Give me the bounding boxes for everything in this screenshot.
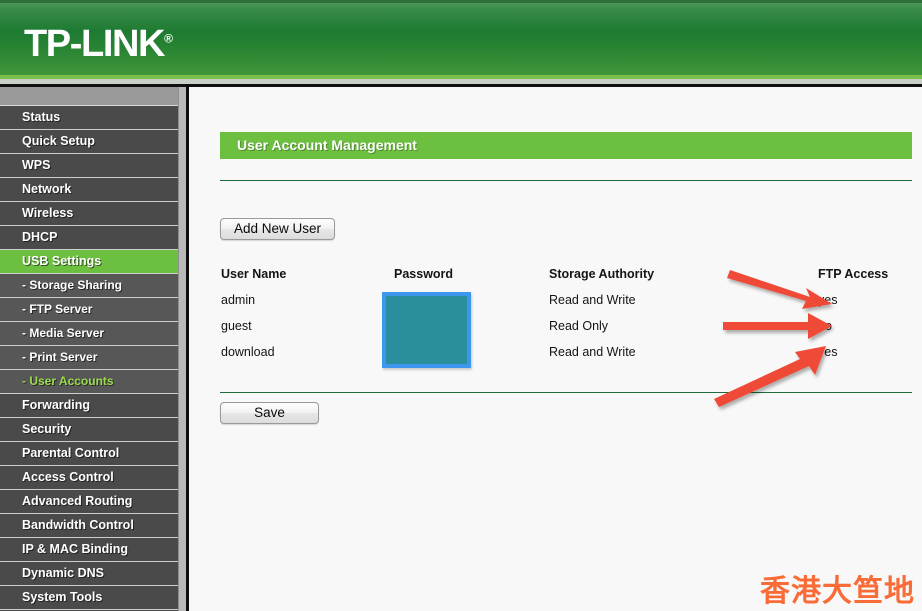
page-title: User Account Management [237,137,417,153]
sidebar-item-label: Security [22,422,72,436]
table-row-storage-authority: Read Only [549,319,609,333]
column-header-user-name: User Name [221,267,287,281]
sidebar-right-edge [178,87,186,611]
sidebar-item-quick-setup[interactable]: Quick Setup [0,130,178,154]
sidebar-item-label: System Tools [22,590,103,604]
header-top-rule [0,0,922,3]
content-top-rule [220,180,912,181]
sidebar-item-label: Network [22,182,72,196]
sidebar-item-bandwidth-control[interactable]: Bandwidth Control [0,514,178,538]
sidebar-item-forwarding[interactable]: Forwarding [0,394,178,418]
sidebar-item-status[interactable]: Status [0,106,178,130]
sidebar-item-label: Wireless [22,206,74,220]
sidebar-item-ip-mac-binding[interactable]: IP & MAC Binding [0,538,178,562]
table-row-storage-authority: Read and Write [549,345,636,359]
sidebar-item-print-server[interactable]: - Print Server [0,346,178,370]
sidebar-item-label: - User Accounts [22,374,114,388]
table-row-user-name: download [221,345,275,359]
sidebar-item-media-server[interactable]: - Media Server [0,322,178,346]
page-title-bar: User Account Management [220,132,912,159]
sidebar-item-label: - Print Server [22,350,98,364]
sidebar-item-security[interactable]: Security [0,418,178,442]
save-button[interactable]: Save [220,402,319,424]
sidebar-item-label: USB Settings [22,254,102,268]
sidebar-item-usb-settings[interactable]: USB Settings [0,250,178,274]
sidebar-item-label: - Storage Sharing [22,278,123,292]
sidebar-item-access-control[interactable]: Access Control [0,466,178,490]
sidebar-item-label: Dynamic DNS [22,566,104,580]
sidebar-item-storage-sharing[interactable]: - Storage Sharing [0,274,178,298]
sidebar-item-label: IP & MAC Binding [22,542,129,556]
sidebar-item-label: Parental Control [22,446,120,460]
sidebar-item-dhcp[interactable]: DHCP [0,226,178,250]
sidebar-item-ftp-server[interactable]: - FTP Server [0,298,178,322]
content-bottom-rule [220,392,912,393]
sidebar-item-label: Forwarding [22,398,91,412]
sidebar-item-label: Access Control [22,470,114,484]
sidebar-item-label: Quick Setup [22,134,95,148]
site-header: TP-LINK® [0,0,922,75]
sidebar-item-user-accounts[interactable]: - User Accounts [0,370,178,394]
main-content: User Account Management Add New User Use… [189,87,922,611]
sidebar-nav: Status Quick Setup WPS Network Wireless DHCP U… [0,87,178,611]
sidebar-item-label: Status [22,110,61,124]
column-header-password: Password [394,267,454,281]
sidebar-item-label: Bandwidth Control [22,518,134,532]
sidebar-item-label: WPS [22,158,51,172]
sidebar-item-dynamic-dns[interactable]: Dynamic DNS [0,562,178,586]
table-row-ftp-access: yes [818,293,838,307]
sidebar-item-wps[interactable]: WPS [0,154,178,178]
sidebar-item-system-tools[interactable]: System Tools [0,586,178,610]
sidebar-item-label: DHCP [22,230,58,244]
table-row-user-name: admin [221,293,256,307]
column-header-ftp-access: FTP Access [818,267,889,281]
sidebar-item-parental-control[interactable]: Parental Control [0,442,178,466]
table-row-ftp-access: no [818,319,832,333]
table-row-user-name: guest [221,319,252,333]
sidebar-item-list: Status Quick Setup WPS Network Wireless DHCP U… [0,106,178,610]
password-column-redaction-box [382,292,471,368]
tplink-logo-text: TP-LINK [24,23,165,65]
table-row-ftp-access: yes [818,345,838,359]
sidebar-top-spacer [0,87,178,106]
sidebar-item-network[interactable]: Network [0,178,178,202]
table-row-storage-authority: Read and Write [549,293,636,307]
registered-trademark-icon: ® [164,31,173,46]
sidebar-item-label: - FTP Server [22,302,93,316]
sidebar-item-advanced-routing[interactable]: Advanced Routing [0,490,178,514]
sidebar-item-wireless[interactable]: Wireless [0,202,178,226]
site-watermark: 香港大笪地 [760,574,915,609]
sidebar-item-label: - Media Server [22,326,105,340]
sidebar-item-label: Advanced Routing [22,494,133,508]
column-header-storage-authority: Storage Authority [549,267,655,281]
add-new-user-button[interactable]: Add New User [220,218,335,240]
tplink-logo: TP-LINK® [24,23,173,66]
